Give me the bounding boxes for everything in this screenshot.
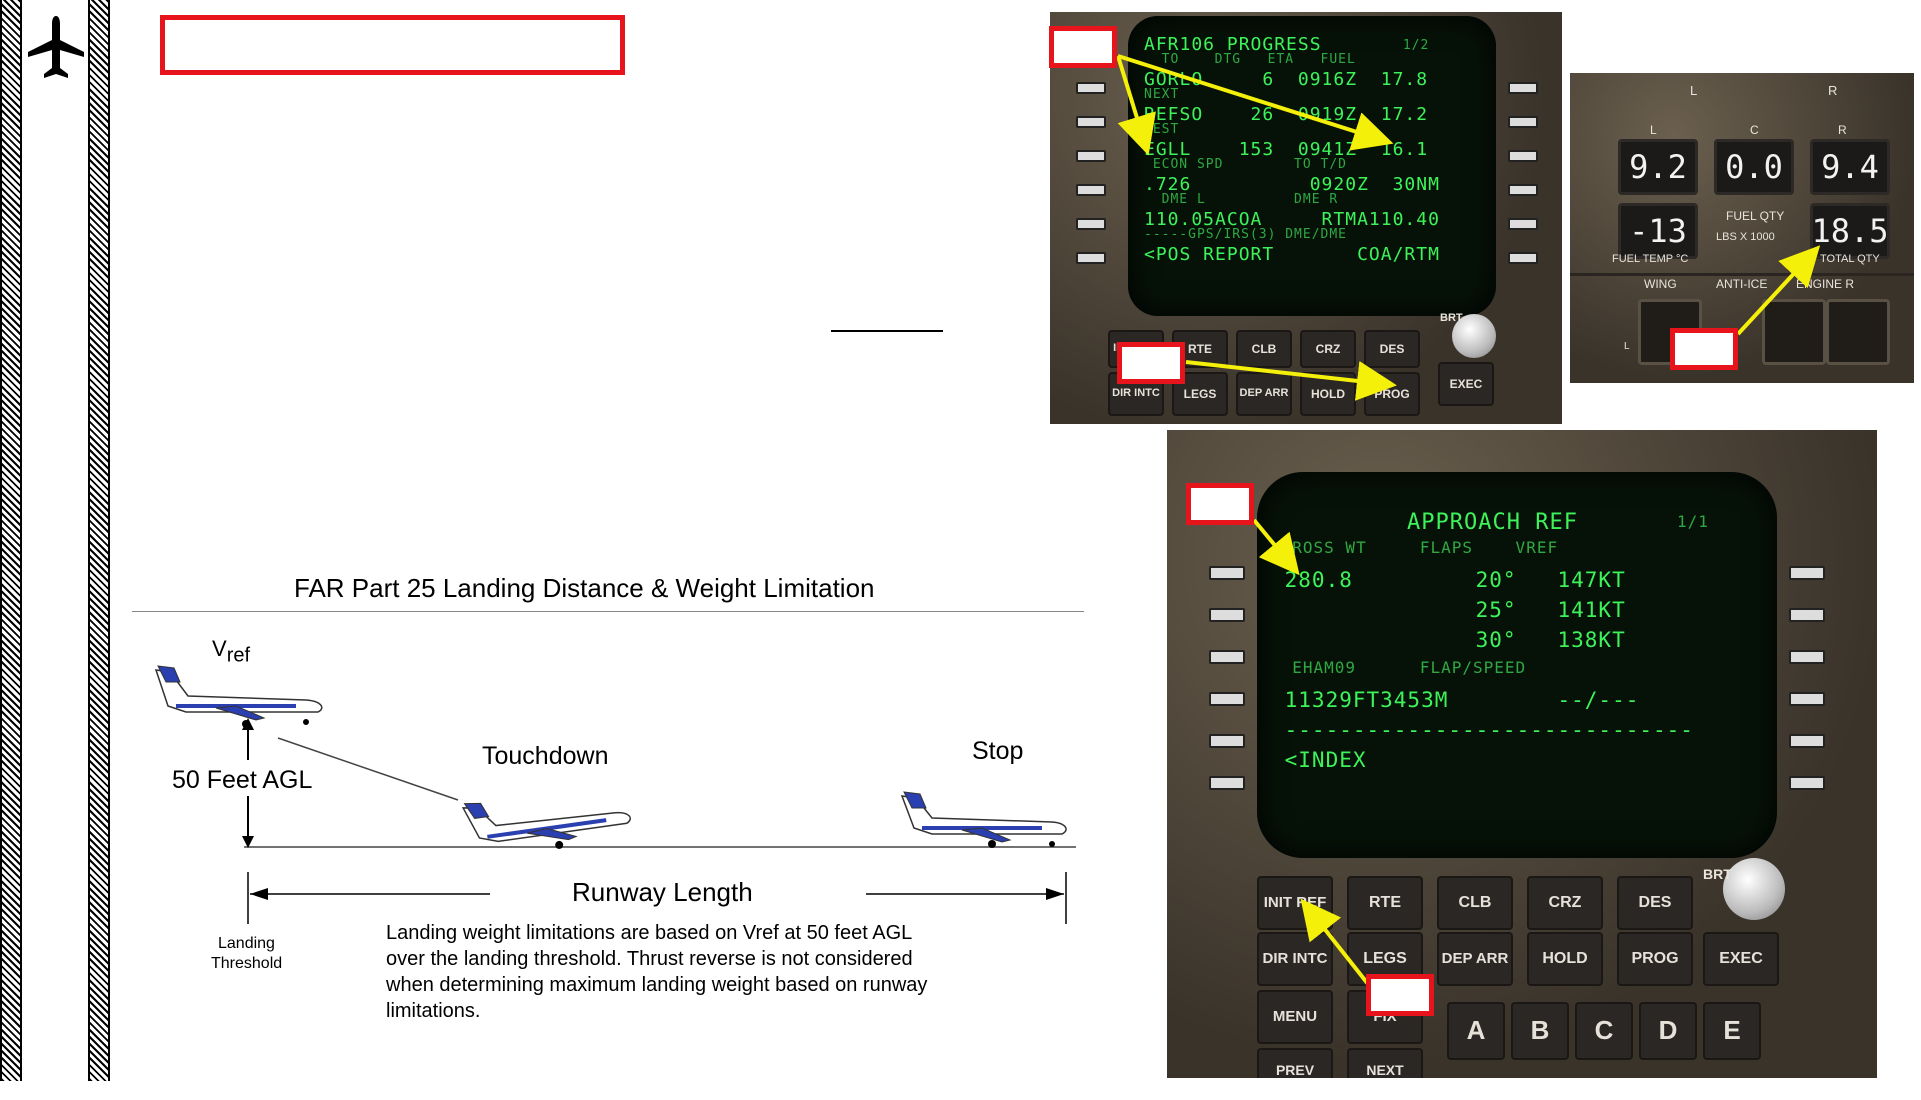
aircraft-touchdown bbox=[461, 802, 631, 849]
runway-length-label: Runway Length bbox=[572, 877, 753, 907]
caption-line-2: over the landing threshold. Thrust rever… bbox=[386, 948, 913, 970]
arrow-to-init-ref bbox=[1300, 898, 1370, 986]
caption-line-3: when determining maximum landing weight … bbox=[386, 974, 928, 996]
vref-label: Vref bbox=[212, 636, 250, 667]
touchdown-label: Touchdown bbox=[482, 742, 609, 770]
arrow-to-fuel bbox=[1117, 54, 1394, 151]
arrow-to-gross-wt bbox=[1252, 518, 1300, 576]
caption-line-1: Landing weight limitations are based on … bbox=[386, 922, 913, 944]
marker-box-cdu-top bbox=[1049, 26, 1117, 68]
landing-threshold-label-2: Threshold bbox=[211, 955, 283, 972]
arrow-to-total-qty bbox=[1736, 245, 1821, 336]
agl-label: 50 Feet AGL bbox=[172, 766, 313, 794]
marker-box-total-qty bbox=[1670, 328, 1738, 370]
marker-box-prog-key bbox=[1117, 342, 1185, 384]
vref-sub: ref bbox=[226, 644, 251, 667]
stop-label: Stop bbox=[972, 737, 1024, 765]
arrow-to-prog bbox=[1185, 360, 1397, 401]
arrow-to-dest bbox=[1116, 55, 1156, 156]
caption-line-4: limitations. bbox=[386, 1000, 481, 1022]
marker-box-approach bbox=[1186, 483, 1254, 525]
aircraft-stop bbox=[900, 791, 1067, 848]
vref-v: V bbox=[212, 636, 227, 661]
aircraft-approach bbox=[154, 665, 323, 728]
marker-box-init-ref bbox=[1366, 974, 1434, 1016]
landing-diagram bbox=[154, 665, 1076, 924]
landing-threshold-label-1: Landing bbox=[218, 935, 275, 952]
